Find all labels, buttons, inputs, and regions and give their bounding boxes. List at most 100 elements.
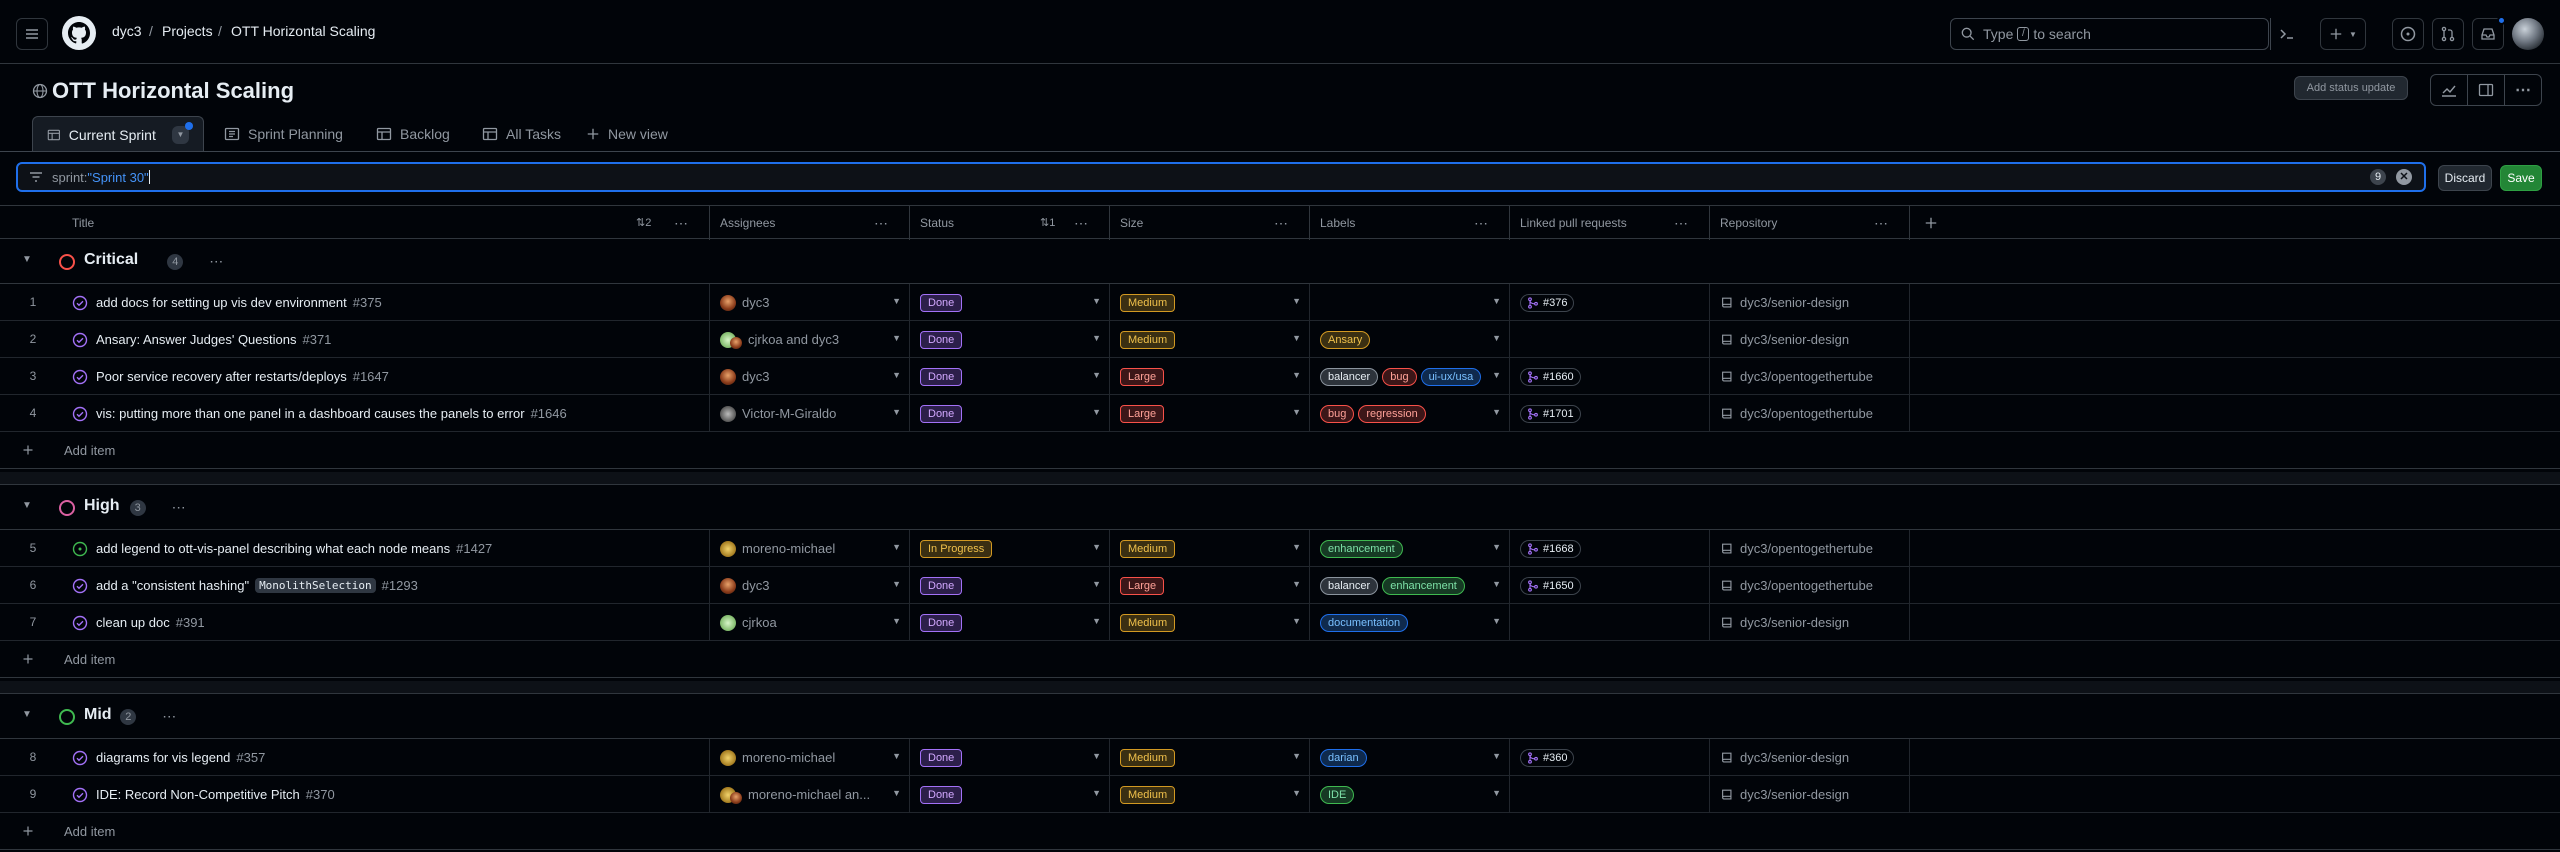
repository-link[interactable]: dyc3/opentogethertube: [1720, 406, 1873, 421]
status-cell[interactable]: Done ▼: [910, 358, 1110, 395]
tab-new-view[interactable]: New view: [586, 116, 668, 152]
assignees-cell[interactable]: dyc3 ▼: [710, 284, 910, 321]
assignees-cell[interactable]: moreno-michael ▼: [710, 530, 910, 567]
linked-pr-badge[interactable]: #1701: [1520, 404, 1581, 423]
column-header-labels[interactable]: Labels ⋯: [1310, 206, 1510, 240]
repository-link[interactable]: dyc3/senior-design: [1720, 750, 1849, 765]
status-cell[interactable]: Done ▼: [910, 604, 1110, 641]
labels-cell[interactable]: IDE ▼: [1310, 776, 1510, 813]
breadcrumb-owner[interactable]: dyc3: [112, 23, 142, 39]
collapse-group-button[interactable]: ▼: [22, 254, 32, 265]
repository-link[interactable]: dyc3/opentogethertube: [1720, 578, 1873, 593]
assignees-cell[interactable]: dyc3 ▼: [710, 358, 910, 395]
table-row[interactable]: 8 diagrams for vis legend #357 moreno-micha…: [0, 739, 2560, 776]
collapse-group-button[interactable]: ▼: [22, 709, 32, 720]
linked-pr-cell[interactable]: [1510, 776, 1710, 813]
column-menu-button[interactable]: ⋯: [1274, 216, 1289, 230]
repository-cell[interactable]: dyc3/opentogethertube: [1710, 395, 1910, 432]
size-cell[interactable]: Medium ▼: [1110, 284, 1310, 321]
insights-button[interactable]: [2431, 75, 2468, 105]
group-menu-button[interactable]: ⋯: [172, 500, 187, 514]
issue-title[interactable]: clean up doc: [96, 615, 170, 630]
linked-pr-cell[interactable]: #1650: [1510, 567, 1710, 604]
title-cell[interactable]: clean up doc #391: [62, 604, 710, 641]
title-cell[interactable]: add docs for setting up vis dev environm…: [62, 284, 710, 321]
size-cell[interactable]: Large ▼: [1110, 567, 1310, 604]
assignees-cell[interactable]: moreno-michael an... ▼: [710, 776, 910, 813]
column-header-repository[interactable]: Repository ⋯: [1710, 206, 1910, 240]
column-menu-button[interactable]: ⋯: [1474, 216, 1489, 230]
tab-backlog[interactable]: Backlog: [376, 116, 450, 152]
assignees-cell[interactable]: moreno-michael ▼: [710, 739, 910, 776]
repository-link[interactable]: dyc3/senior-design: [1720, 787, 1849, 802]
size-cell[interactable]: Medium ▼: [1110, 776, 1310, 813]
linked-pr-cell[interactable]: [1510, 321, 1710, 358]
linked-pr-cell[interactable]: #1668: [1510, 530, 1710, 567]
add-field-button[interactable]: [1922, 214, 1940, 232]
title-cell[interactable]: vis: putting more than one panel in a da…: [62, 395, 710, 432]
title-cell[interactable]: diagrams for vis legend #357: [62, 739, 710, 776]
pull-requests-button[interactable]: [2432, 18, 2464, 50]
status-cell[interactable]: Done ▼: [910, 321, 1110, 358]
issue-title[interactable]: add legend to ott-vis-panel describing w…: [96, 541, 450, 556]
repository-link[interactable]: dyc3/senior-design: [1720, 615, 1849, 630]
table-row[interactable]: 7 clean up doc #391 cjrkoa ▼ Done ▼ Medium ▼ docu…: [0, 604, 2560, 641]
repository-cell[interactable]: dyc3/opentogethertube: [1710, 567, 1910, 604]
assignees-cell[interactable]: cjrkoa ▼: [710, 604, 910, 641]
status-cell[interactable]: Done ▼: [910, 395, 1110, 432]
issue-title[interactable]: add a "consistent hashing": [96, 578, 249, 593]
linked-pr-badge[interactable]: #360: [1520, 748, 1575, 767]
command-palette-button[interactable]: [2270, 18, 2302, 50]
linked-pr-badge[interactable]: #376: [1520, 293, 1575, 312]
column-header-title[interactable]: Title ⇅2 ⋯: [62, 206, 710, 240]
tab-current-sprint[interactable]: Current Sprint ▼: [32, 116, 204, 152]
repository-link[interactable]: dyc3/opentogethertube: [1720, 541, 1873, 556]
labels-cell[interactable]: enhancement ▼: [1310, 530, 1510, 567]
tab-sprint-planning[interactable]: Sprint Planning: [224, 116, 343, 152]
table-row[interactable]: 6 add a "consistent hashing" MonolithSelec…: [0, 567, 2560, 604]
project-title[interactable]: OTT Horizontal Scaling: [52, 78, 294, 104]
column-menu-button[interactable]: ⋯: [874, 216, 889, 230]
breadcrumb-projects[interactable]: Projects: [162, 23, 213, 39]
group-menu-button[interactable]: ⋯: [162, 709, 177, 723]
size-cell[interactable]: Medium ▼: [1110, 321, 1310, 358]
linked-pr-badge[interactable]: #1660: [1520, 367, 1581, 386]
issue-title[interactable]: add docs for setting up vis dev environm…: [96, 295, 347, 310]
labels-cell[interactable]: Ansary ▼: [1310, 321, 1510, 358]
user-avatar[interactable]: [2512, 18, 2544, 50]
repository-cell[interactable]: dyc3/senior-design: [1710, 739, 1910, 776]
side-panel-button[interactable]: [2468, 75, 2505, 105]
repository-cell[interactable]: dyc3/opentogethertube: [1710, 530, 1910, 567]
table-row[interactable]: 3 Poor service recovery after restarts/de…: [0, 358, 2560, 395]
save-button[interactable]: Save: [2500, 165, 2542, 191]
search-input[interactable]: Type / to search: [1950, 18, 2269, 50]
assignees-cell[interactable]: dyc3 ▼: [710, 567, 910, 604]
column-header-status[interactable]: Status ⇅1 ⋯: [910, 206, 1110, 240]
linked-pr-badge[interactable]: #1668: [1520, 539, 1581, 558]
column-header-size[interactable]: Size ⋯: [1110, 206, 1310, 240]
labels-cell[interactable]: documentation ▼: [1310, 604, 1510, 641]
table-row[interactable]: 4 vis: putting more than one panel in a d…: [0, 395, 2560, 432]
size-cell[interactable]: Medium ▼: [1110, 530, 1310, 567]
table-row[interactable]: 1 add docs for setting up vis dev environ…: [0, 284, 2560, 321]
title-cell[interactable]: add legend to ott-vis-panel describing w…: [62, 530, 710, 567]
repository-cell[interactable]: dyc3/senior-design: [1710, 321, 1910, 358]
size-cell[interactable]: Medium ▼: [1110, 604, 1310, 641]
size-cell[interactable]: Medium ▼: [1110, 739, 1310, 776]
table-row[interactable]: 2 Ansary: Answer Judges' Questions #371 cjr…: [0, 321, 2560, 358]
menu-button[interactable]: [16, 18, 48, 50]
column-header-linked-prs[interactable]: Linked pull requests ⋯: [1510, 206, 1710, 240]
view-menu-button[interactable]: ▼: [171, 121, 193, 144]
labels-cell[interactable]: darian ▼: [1310, 739, 1510, 776]
title-cell[interactable]: add a "consistent hashing" MonolithSelect…: [62, 567, 710, 604]
size-cell[interactable]: Large ▼: [1110, 395, 1310, 432]
discard-button[interactable]: Discard: [2438, 165, 2492, 191]
filter-input[interactable]: sprint: "Sprint 30" 9 ✕: [16, 162, 2426, 192]
issue-title[interactable]: Poor service recovery after restarts/dep…: [96, 369, 347, 384]
assignees-cell[interactable]: Victor-M-Giraldo ▼: [710, 395, 910, 432]
linked-pr-badge[interactable]: #1650: [1520, 576, 1581, 595]
linked-pr-cell[interactable]: [1510, 604, 1710, 641]
labels-cell[interactable]: balancer bug ui-ux/usa ▼: [1310, 358, 1510, 395]
labels-cell[interactable]: balancer enhancement ▼: [1310, 567, 1510, 604]
column-menu-button[interactable]: ⋯: [1074, 216, 1089, 230]
